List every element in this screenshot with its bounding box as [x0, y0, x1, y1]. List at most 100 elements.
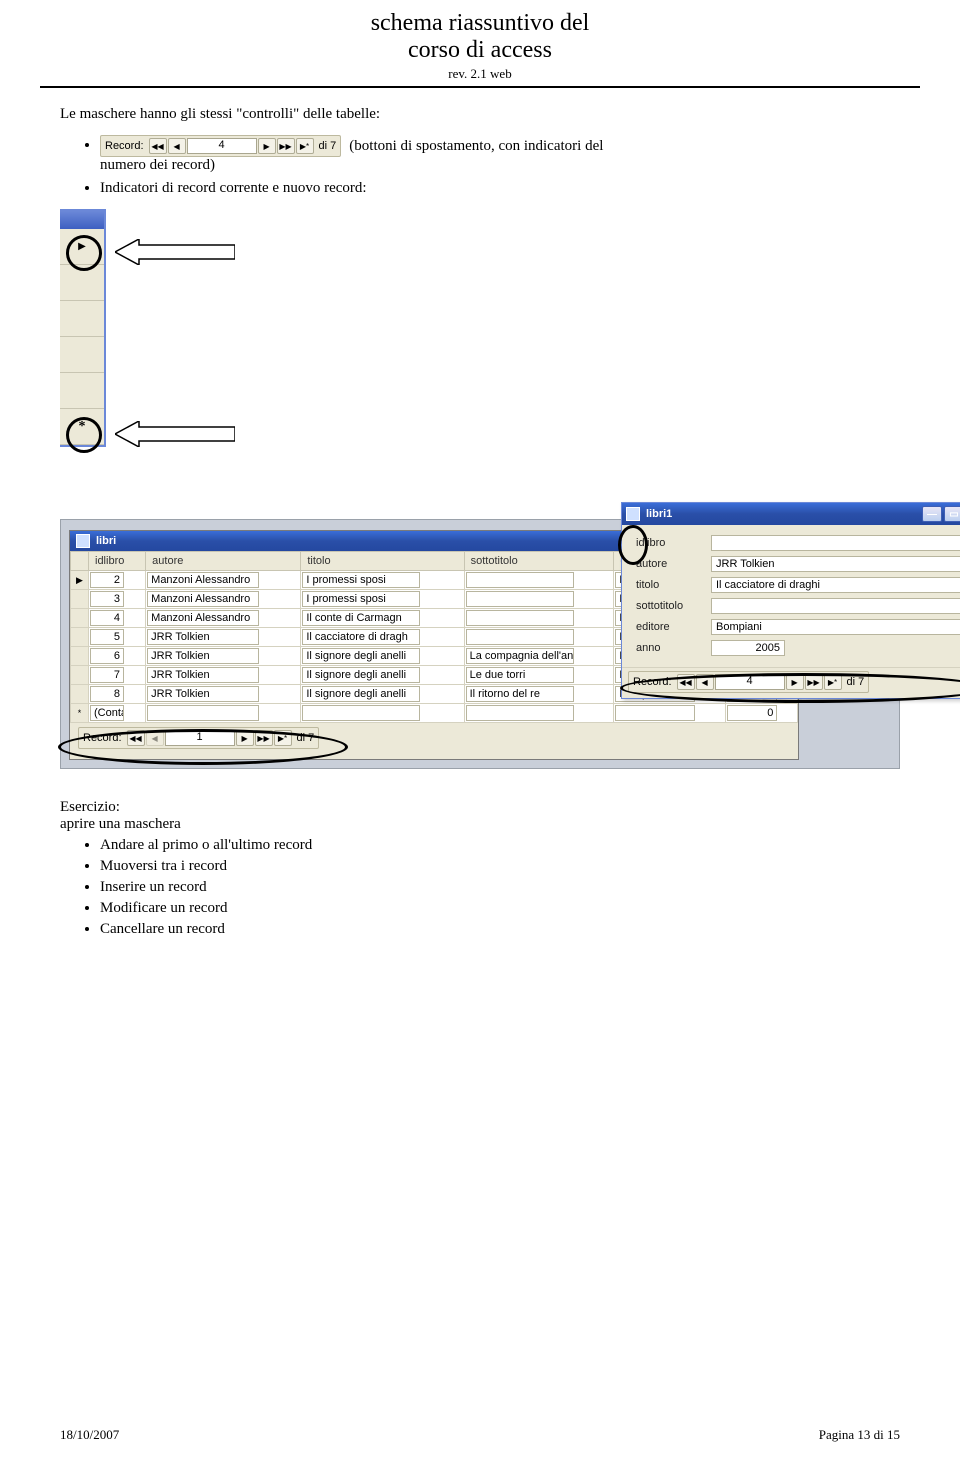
cell-sottotitolo[interactable]: Il ritorno del re — [466, 686, 574, 702]
cell-autore[interactable]: JRR Tolkien — [147, 667, 259, 683]
current-record-indicator[interactable] — [60, 229, 104, 265]
col-titolo[interactable]: titolo — [301, 552, 464, 571]
footer-date: 18/10/2007 — [60, 1427, 119, 1443]
form-input-idlibro[interactable]: 5 — [711, 535, 960, 551]
cell-anno[interactable]: 0 — [727, 705, 777, 721]
row-selector[interactable]: ▶ — [71, 571, 89, 590]
cell-sottotitolo[interactable] — [466, 591, 574, 607]
cell-sottotitolo[interactable] — [466, 572, 574, 588]
arrow-annotation-current — [115, 239, 235, 265]
form-nav-current[interactable]: 4 — [715, 674, 785, 690]
nav-current-input[interactable]: 4 — [187, 138, 257, 154]
row-selector[interactable] — [71, 590, 89, 609]
bullet-navigation: Record: ◀◀ ◀ 4 ▶ ▶▶ ▶* di 7 (bottoni di … — [100, 135, 900, 174]
cell-titolo[interactable] — [302, 705, 420, 721]
form-nav-new-icon[interactable]: ▶* — [824, 674, 842, 690]
cell-autore[interactable]: Manzoni Alessandro — [147, 610, 259, 626]
datasheet-window-icon — [76, 534, 90, 548]
nav-prev-icon[interactable]: ◀ — [168, 138, 186, 154]
cell-idlibro[interactable]: 4 — [90, 610, 124, 626]
row-selector[interactable] — [71, 647, 89, 666]
ds-nav-current[interactable]: 1 — [165, 730, 235, 746]
form-input-titolo[interactable]: Il cacciatore di draghi — [711, 577, 960, 593]
ds-nav-first-icon[interactable]: ◀◀ — [127, 730, 145, 746]
list-item: Modificare un record — [100, 900, 900, 917]
form-nav-first-icon[interactable]: ◀◀ — [677, 674, 695, 690]
form-nav-next-icon[interactable]: ▶ — [786, 674, 804, 690]
form-nav-last-icon[interactable]: ▶▶ — [805, 674, 823, 690]
cell-sottotitolo[interactable]: Le due torri — [466, 667, 574, 683]
bullet-indicators: Indicatori di record corrente e nuovo re… — [100, 180, 900, 197]
nav-first-icon[interactable]: ◀◀ — [149, 138, 167, 154]
col-autore[interactable]: autore — [146, 552, 301, 571]
cell-titolo[interactable]: Il signore degli anelli — [302, 686, 420, 702]
form-input-anno[interactable]: 2005 — [711, 640, 785, 656]
col-idlibro[interactable]: idlibro — [89, 552, 146, 571]
cell-idlibro[interactable]: 2 — [90, 572, 124, 588]
page-header: schema riassuntivo del corso di access r… — [40, 0, 920, 88]
cell-autore[interactable]: JRR Tolkien — [147, 629, 259, 645]
cell-titolo[interactable]: Il signore degli anelli — [302, 667, 420, 683]
cell-idlibro[interactable]: 7 — [90, 667, 124, 683]
col-sottotitolo[interactable]: sottotitolo — [464, 552, 614, 571]
cell-sottotitolo[interactable]: La compagnia dell'an — [466, 648, 574, 664]
new-record-indicator[interactable] — [60, 409, 104, 445]
cell-idlibro[interactable]: 8 — [90, 686, 124, 702]
list-item: Muoversi tra i record — [100, 858, 900, 875]
row-selector[interactable] — [71, 685, 89, 704]
cell-sottotitolo[interactable] — [466, 610, 574, 626]
table-row[interactable]: *(Contatore) 0 — [71, 704, 798, 723]
nav-last-icon[interactable]: ▶▶ — [277, 138, 295, 154]
form-input-autore[interactable]: JRR Tolkien — [711, 556, 960, 572]
cell-autore[interactable]: Manzoni Alessandro — [147, 572, 259, 588]
cell-autore[interactable]: Manzoni Alessandro — [147, 591, 259, 607]
exercise-block: Esercizio: aprire una maschera Andare al… — [60, 799, 900, 938]
cell-autore[interactable] — [147, 705, 259, 721]
row-selector[interactable] — [71, 628, 89, 647]
form-input-editore[interactable]: Bompiani — [711, 619, 960, 635]
maximize-button[interactable]: ▭ — [944, 506, 960, 522]
cell-autore[interactable]: JRR Tolkien — [147, 686, 259, 702]
cell-idlibro[interactable]: 3 — [90, 591, 124, 607]
ds-nav-next-icon[interactable]: ▶ — [236, 730, 254, 746]
row-selector[interactable] — [71, 666, 89, 685]
cell-idlibro[interactable]: 6 — [90, 648, 124, 664]
cell-titolo[interactable]: I promessi sposi — [302, 572, 420, 588]
cell-editore[interactable] — [615, 705, 695, 721]
ds-nav-last-icon[interactable]: ▶▶ — [255, 730, 273, 746]
datasheet-navigator: Record: ◀◀ ◀ 1 ▶ ▶▶ ▶* di 7 — [78, 727, 319, 749]
form-label-titolo: titolo — [636, 579, 711, 591]
list-item: Andare al primo o all'ultimo record — [100, 837, 900, 854]
row-selector[interactable] — [71, 609, 89, 628]
form-label-autore: autore — [636, 558, 711, 570]
ds-nav-new-icon[interactable]: ▶* — [274, 730, 292, 746]
cell-sottotitolo[interactable] — [466, 705, 574, 721]
form-label-editore: editore — [636, 621, 711, 633]
form-titlebar[interactable]: libri1 — ▭ ✕ — [622, 503, 960, 525]
cell-autore[interactable]: JRR Tolkien — [147, 648, 259, 664]
minimize-button[interactable]: — — [922, 506, 942, 522]
record-selector-strip — [60, 209, 106, 447]
ds-nav-prev-icon[interactable]: ◀ — [146, 730, 164, 746]
form-window: libri1 — ▭ ✕ idlibro 5 autore JRR Tolkie… — [621, 502, 960, 699]
nav-next-icon[interactable]: ▶ — [258, 138, 276, 154]
ds-nav-label: Record: — [83, 732, 122, 744]
cell-sottotitolo[interactable] — [466, 629, 574, 645]
header-title-2: corso di access — [40, 37, 920, 64]
footer-page: Pagina 13 di 15 — [819, 1427, 900, 1443]
cell-titolo[interactable]: Il conte di Carmagn — [302, 610, 420, 626]
bullet1-cont: numero dei record) — [100, 157, 900, 174]
cell-titolo[interactable]: Il cacciatore di dragh — [302, 629, 420, 645]
row-selector[interactable]: * — [71, 704, 89, 723]
form-nav-prev-icon[interactable]: ◀ — [696, 674, 714, 690]
cell-idlibro[interactable]: 5 — [90, 629, 124, 645]
list-item: Cancellare un record — [100, 921, 900, 938]
form-input-sottotitolo[interactable] — [711, 598, 960, 614]
cell-idlibro[interactable]: (Contatore) — [90, 705, 124, 721]
screenshot-area: libri idlibro autore titolo sottotitolo … — [60, 519, 900, 769]
nav-new-icon[interactable]: ▶* — [296, 138, 314, 154]
navigator-example: Record: ◀◀ ◀ 4 ▶ ▶▶ ▶* di 7 — [100, 135, 341, 157]
form-label-sottotitolo: sottotitolo — [636, 600, 711, 612]
cell-titolo[interactable]: I promessi sposi — [302, 591, 420, 607]
cell-titolo[interactable]: Il signore degli anelli — [302, 648, 420, 664]
